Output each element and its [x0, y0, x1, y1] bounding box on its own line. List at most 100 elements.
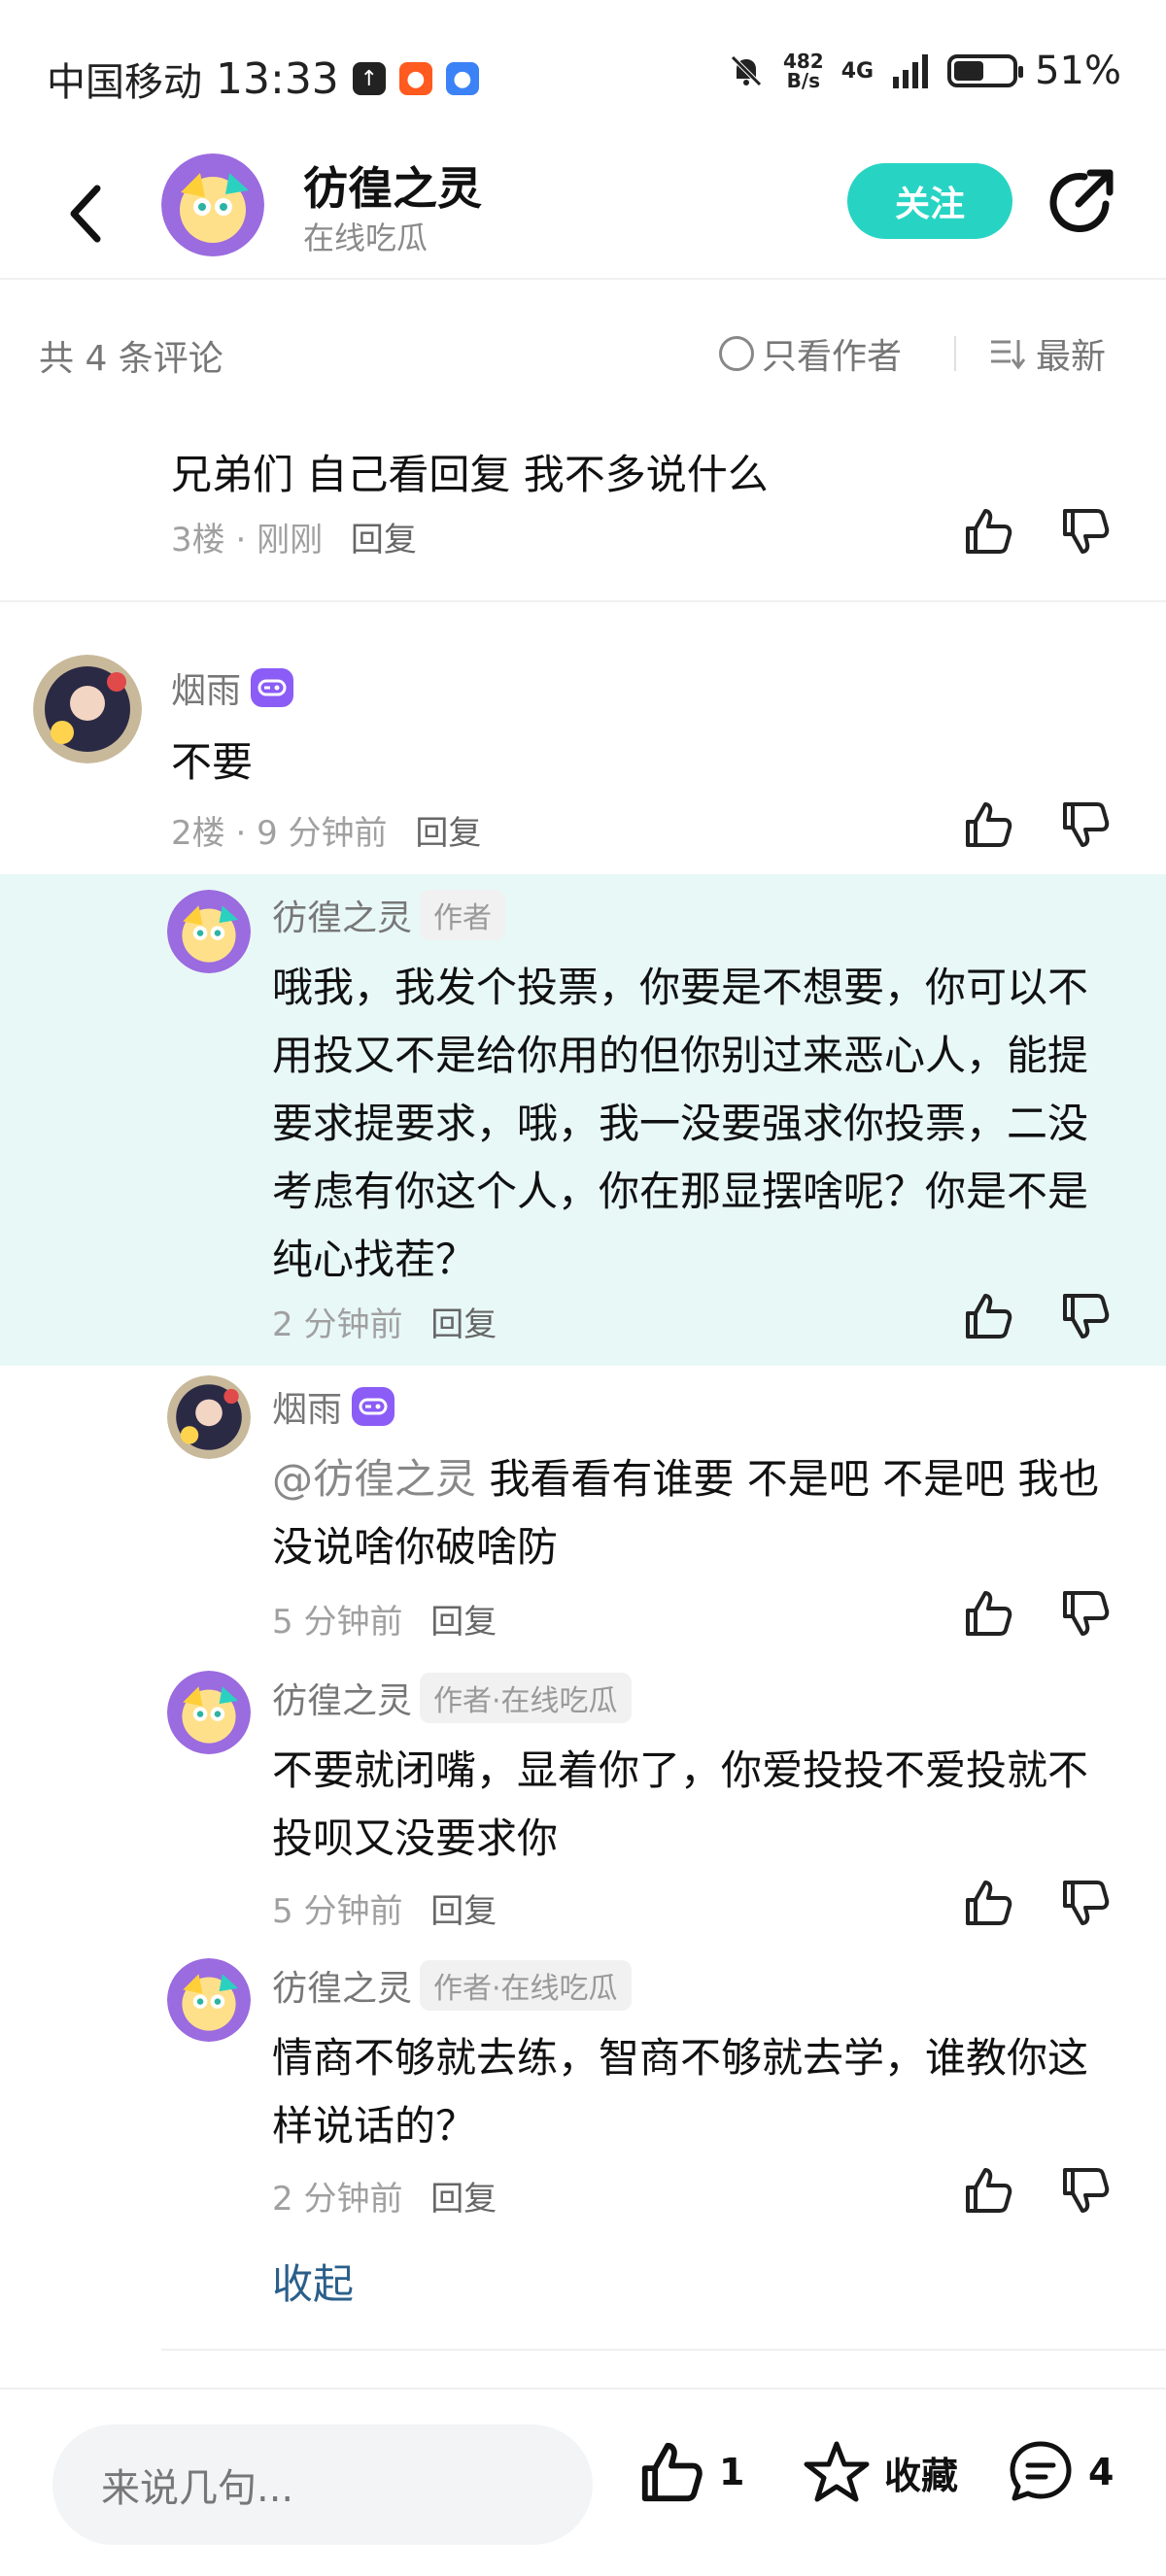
comment-text: 不要: [171, 738, 254, 786]
thumbs-up-icon[interactable]: [962, 1587, 1014, 1640]
reply-meta: 2 分钟前 回复: [272, 1298, 497, 1345]
avatar[interactable]: [167, 890, 251, 973]
thumbs-down-icon[interactable]: [1059, 2164, 1112, 2217]
reply-time: 5 分钟前: [272, 1892, 403, 1931]
mention-link[interactable]: @彷徨之灵: [272, 1455, 476, 1503]
gamepad-badge-icon: [352, 1387, 395, 1426]
divider: [161, 2349, 1166, 2351]
reply-item: 彷徨之灵 作者·在线吃瓜 情商不够就去练，智商不够就去学，谁教你这样说话的？ 2…: [0, 1945, 1166, 2236]
favorite-label: 收藏: [884, 2454, 959, 2497]
reply-time: 5 分钟前: [272, 1603, 403, 1642]
share-button[interactable]: [1046, 165, 1117, 237]
reply-item: 彷徨之灵 作者·在线吃瓜 不要就闭嘴，显着你了，你爱投投不爱投就不投呗又没要求你…: [0, 1657, 1166, 1945]
share-icon: [1049, 169, 1114, 233]
thumbs-up-icon[interactable]: [962, 1290, 1014, 1342]
comment-toolbar: 共 4 条评论 只看作者 最新: [0, 282, 1166, 425]
user-status: 在线吃瓜: [303, 220, 429, 256]
author-tag: 作者·在线吃瓜: [420, 1673, 632, 1723]
reply-meta: 5 分钟前 回复: [272, 1595, 497, 1643]
author-tag: 作者·在线吃瓜: [420, 1960, 632, 2011]
network-speed: 482 B/s: [782, 50, 824, 92]
follow-button[interactable]: 关注: [847, 163, 1012, 239]
author-only-label: 只看作者: [762, 337, 903, 377]
like-button[interactable]: 1: [637, 2438, 744, 2506]
reply-button[interactable]: 回复: [430, 1603, 497, 1642]
avatar[interactable]: [161, 153, 264, 256]
comment-text: 兄弟们 自己看回复 我不多说什么: [171, 451, 769, 498]
signal-icon: [893, 54, 929, 88]
comment-meta: 3楼 · 刚刚 回复: [171, 521, 417, 559]
favorite-button[interactable]: 收藏: [803, 2438, 958, 2506]
bottom-action-bar: 来说几句... 1 收藏 4: [0, 2388, 1166, 2576]
app-notification-icon: ●: [398, 62, 432, 95]
floor-number: 2楼: [171, 814, 225, 853]
clock: 13:33: [216, 53, 339, 104]
reply-button[interactable]: 回复: [415, 814, 481, 853]
comment-input[interactable]: 来说几句...: [52, 2424, 593, 2545]
reply-text: @彷徨之灵 我看看有谁要 不是吧 不是吧 我也没说啥你破啥防: [272, 1445, 1108, 1581]
battery-fill: [954, 61, 984, 81]
reply-button[interactable]: 回复: [430, 2180, 497, 2219]
reply-text: 不要就闭嘴，显着你了，你爱投投不爱投就不投呗又没要求你: [272, 1746, 1089, 1862]
thumbs-down-icon[interactable]: [1059, 1587, 1112, 1640]
reply-button[interactable]: 回复: [430, 1305, 497, 1344]
sort-button[interactable]: 最新: [989, 328, 1106, 379]
reply-text: 哦我，我发个投票，你要是不想要，你可以不用投又不是给你用的但你别过来恶心人，能提…: [272, 964, 1089, 1283]
reply-text: 情商不够就去练，智商不够就去学，谁教你这样说话的？: [272, 2034, 1089, 2150]
battery-icon: [947, 54, 1024, 87]
comment-bubble-icon: [1010, 2441, 1072, 2501]
reply-button[interactable]: 回复: [430, 1892, 497, 1931]
chevron-left-icon: [70, 185, 101, 243]
thumbs-down-icon[interactable]: [1059, 1877, 1112, 1929]
reply-time: 2 分钟前: [272, 2180, 403, 2219]
avatar[interactable]: [167, 1375, 251, 1459]
reply-item: 彷徨之灵 作者 哦我，我发个投票，你要是不想要，你可以不用投又不是给你用的但你别…: [0, 874, 1166, 1366]
comment-meta: 2楼 · 9 分钟前 回复: [171, 814, 482, 853]
thumbs-up-icon[interactable]: [962, 798, 1014, 851]
user-name[interactable]: 彷徨之灵: [272, 1960, 412, 2011]
thumbs-down-icon[interactable]: [1059, 505, 1112, 558]
reply-time: 2 分钟前: [272, 1305, 403, 1344]
comment-count: 共 4 条评论: [39, 339, 223, 379]
thumbs-down-icon[interactable]: [1059, 1290, 1112, 1342]
carrier-label: 中国移动: [47, 60, 202, 105]
gamepad-badge-icon: [251, 668, 294, 707]
collapse-replies-button[interactable]: 收起: [272, 2252, 354, 2311]
network-type: 4G: [840, 58, 874, 84]
avatar[interactable]: [167, 1671, 251, 1754]
comment-time: 刚刚: [257, 521, 324, 559]
thumbs-up-icon[interactable]: [962, 1877, 1014, 1929]
comments-button[interactable]: 4: [1007, 2438, 1114, 2506]
mute-bell-icon: [731, 55, 762, 86]
thumbs-down-icon[interactable]: [1059, 798, 1112, 851]
comment-time: 9 分钟前: [257, 814, 388, 853]
author-tag: 作者: [420, 890, 506, 940]
sort-label: 最新: [1036, 337, 1107, 377]
reply-button[interactable]: 回复: [351, 521, 417, 559]
user-name[interactable]: 烟雨: [272, 1381, 395, 1432]
message-notification-icon: ●: [445, 62, 479, 95]
reply-meta: 2 分钟前 回复: [272, 2172, 497, 2220]
avatar[interactable]: [33, 655, 142, 763]
comment-count-badge: 4: [1088, 2451, 1115, 2493]
back-button[interactable]: [56, 175, 115, 253]
reply-item: 烟雨 @彷徨之灵 我看看有谁要 不是吧 不是吧 我也没说啥你破啥防 5 分钟前 …: [0, 1366, 1166, 1657]
thumbs-up-icon[interactable]: [962, 505, 1014, 558]
divider: [954, 336, 956, 371]
user-name[interactable]: 彷徨之灵: [303, 153, 482, 218]
comment-item: 烟雨 不要 2楼 · 9 分钟前 回复: [0, 641, 1166, 874]
user-name[interactable]: 彷徨之灵: [272, 890, 412, 940]
avatar[interactable]: [167, 1958, 251, 2042]
status-bar: 中国移动 13:33 ↑ ● ● 482 B/s 4G 51%: [0, 0, 1166, 146]
thumbs-up-icon[interactable]: [962, 2164, 1014, 2217]
radio-circle-icon: [719, 336, 754, 371]
author-only-toggle[interactable]: 只看作者: [719, 328, 902, 379]
user-name[interactable]: 烟雨: [171, 662, 294, 713]
like-count: 1: [719, 2451, 745, 2493]
battery-percent: 51%: [1035, 49, 1121, 93]
star-icon: [804, 2441, 870, 2502]
user-name[interactable]: 彷徨之灵: [272, 1673, 412, 1723]
header: 彷徨之灵 在线吃瓜 关注: [0, 146, 1166, 280]
sort-icon: [991, 340, 1026, 370]
reply-meta: 5 分钟前 回复: [272, 1884, 497, 1932]
